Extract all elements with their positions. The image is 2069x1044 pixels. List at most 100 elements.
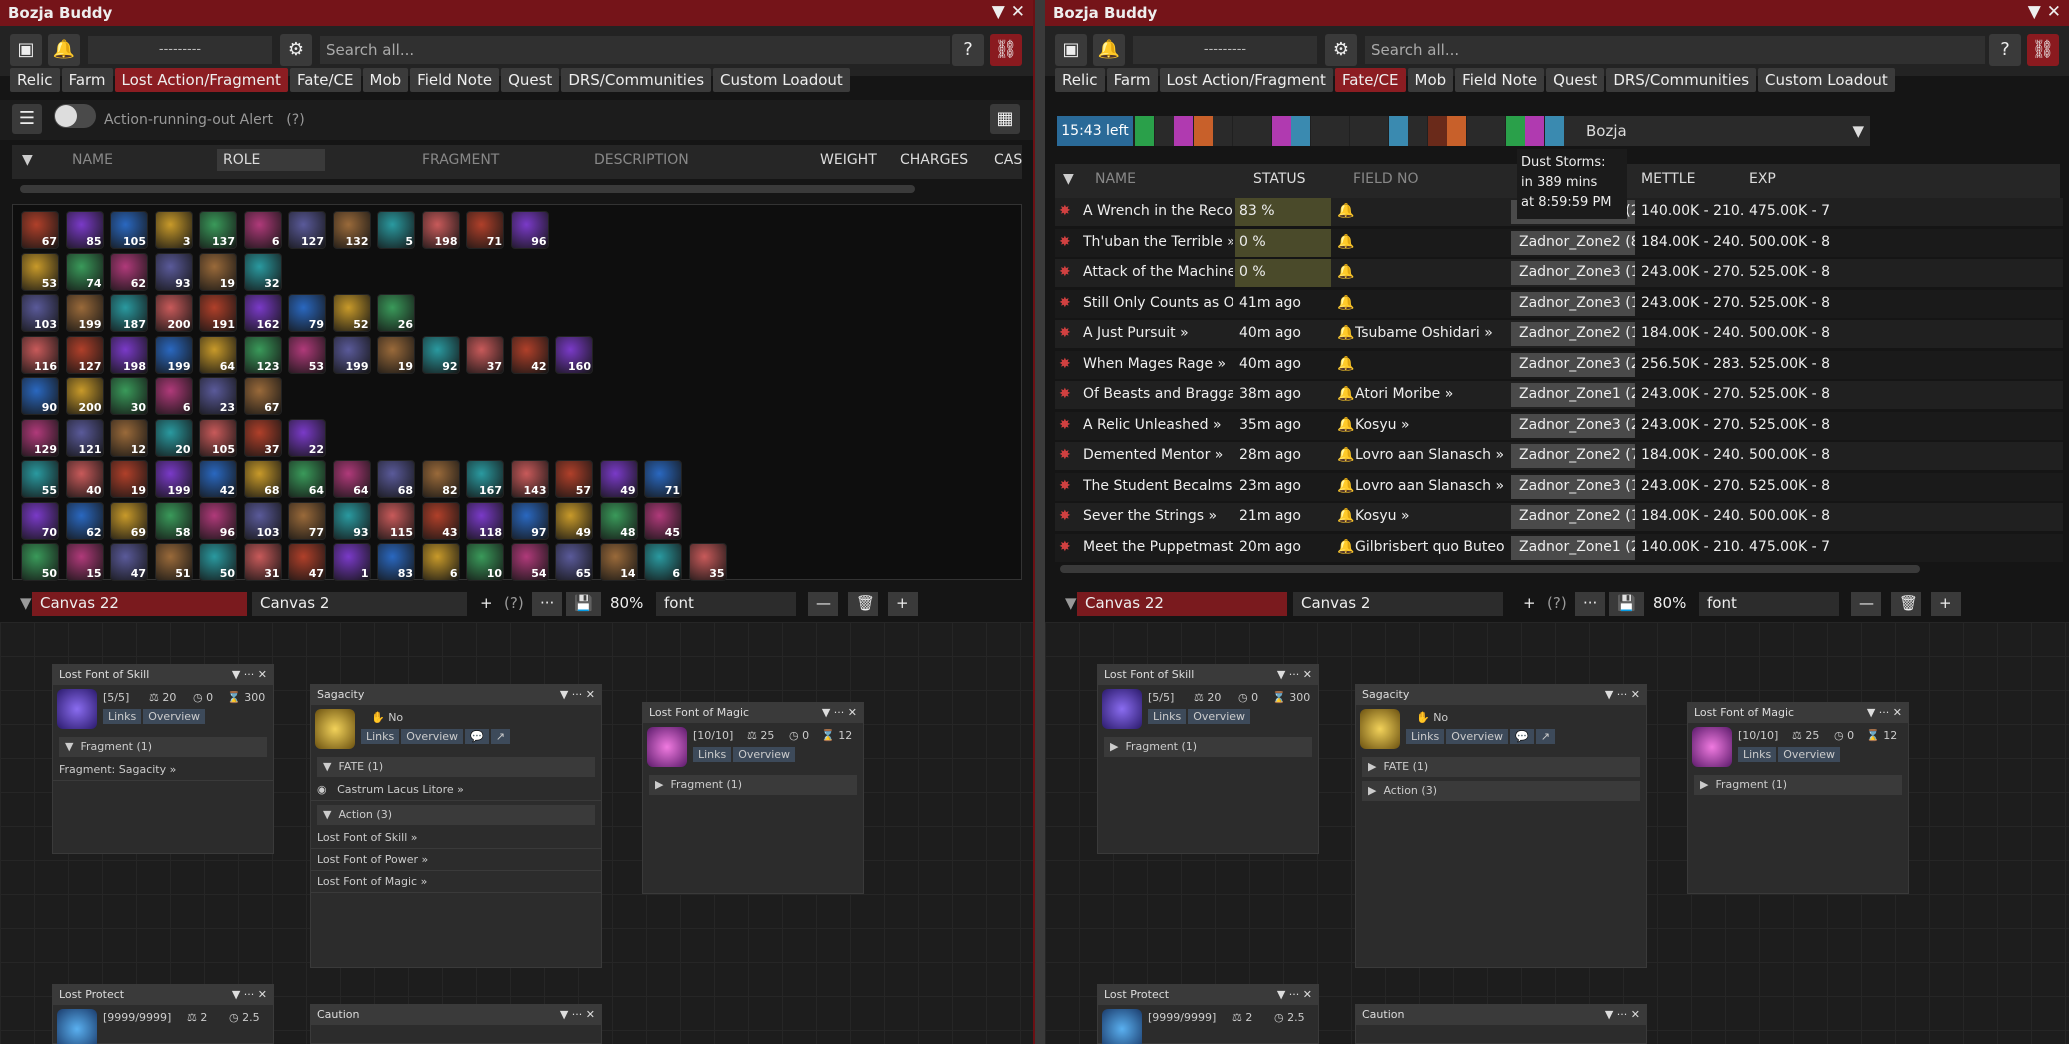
field-note[interactable]: Kosyu » — [1355, 508, 1505, 524]
lost-action-icon[interactable]: 42 — [199, 460, 237, 498]
lost-action-icon[interactable]: 55 — [21, 460, 59, 498]
lost-action-icon[interactable]: 96 — [510, 211, 549, 249]
lost-action-icon[interactable]: 69 — [110, 501, 148, 540]
lost-action-icon[interactable]: 54 — [510, 543, 549, 581]
col-name[interactable]: NAME — [72, 152, 113, 168]
zone-location[interactable]: Zadnor_Zone3 (25.5, 1 — [1511, 413, 1635, 438]
tab-7[interactable]: DRS/Communities — [1606, 68, 1757, 92]
fate-name[interactable]: Attack of the Machines » — [1083, 264, 1233, 280]
overview-button[interactable]: Overview — [733, 747, 796, 762]
fragment-section[interactable]: ▼ Fragment (1) — [59, 737, 267, 757]
lost-action-icon[interactable]: 6 — [421, 543, 460, 581]
canvas-tab-active[interactable]: Canvas 22 — [32, 592, 247, 616]
profile-icon[interactable]: ▣ — [1055, 34, 1087, 66]
trash-icon[interactable]: 🗑 — [1891, 592, 1921, 616]
lost-action-icon[interactable]: 83 — [377, 543, 415, 581]
lost-action-icon[interactable]: 167 — [466, 460, 504, 498]
lost-action-icon[interactable]: 32 — [243, 252, 282, 291]
search-input[interactable]: Search all... — [320, 36, 950, 64]
tab-5[interactable]: Field Note — [410, 68, 500, 92]
col-weight[interactable]: WEIGHT — [820, 152, 877, 168]
node-caution[interactable]: Caution ▼ ··· ✕ — [1355, 1004, 1647, 1044]
col-status[interactable]: STATUS — [1253, 171, 1306, 187]
lost-action-icon[interactable]: 51 — [154, 543, 193, 581]
lost-action-icon[interactable]: 47 — [110, 543, 148, 581]
font-field[interactable]: font — [656, 592, 796, 616]
lost-action-icon[interactable]: 14 — [599, 543, 638, 581]
tab-3[interactable]: Fate/CE — [289, 68, 361, 92]
overview-button[interactable]: Overview — [1188, 709, 1251, 724]
fate-name[interactable]: The Student Becalms the Master » — [1083, 478, 1233, 494]
zone-location[interactable]: Zadnor_Zone2 (11.7, 2 — [1511, 505, 1635, 529]
tab-1[interactable]: Farm — [1106, 68, 1158, 92]
tab-3[interactable]: Fate/CE — [1334, 68, 1406, 92]
lost-action-icon[interactable]: 6 — [644, 543, 682, 581]
col-cast[interactable]: CAS — [994, 152, 1022, 168]
col-mettle[interactable]: METTLE — [1641, 171, 1695, 187]
table-row[interactable]: ✸ When Mages Rage » 40m ago 🔔 Zadnor_Zone3 (… — [1055, 350, 2063, 379]
lost-action-icon[interactable]: 22 — [288, 418, 326, 457]
table-row[interactable]: ✸ A Just Pursuit » 40m ago 🔔 Tsubame Oshidar… — [1055, 320, 2063, 348]
lost-action-icon[interactable]: 15 — [65, 543, 104, 581]
lost-action-icon[interactable]: 143 — [510, 460, 549, 498]
tab-6[interactable]: Quest — [501, 68, 560, 92]
fragment-section[interactable]: ▶ Fragment (1) — [649, 775, 857, 795]
bell-icon[interactable]: 🔔 — [1337, 325, 1354, 341]
lost-action-icon[interactable]: 67 — [243, 377, 282, 415]
lost-action-icon[interactable]: 6 — [243, 211, 282, 249]
bell-icon[interactable]: 🔔 — [1337, 356, 1354, 372]
tab-8[interactable]: Custom Loadout — [713, 68, 850, 92]
lost-action-icon[interactable]: 200 — [154, 294, 193, 332]
lost-action-icon[interactable]: 68 — [243, 460, 282, 498]
col-field-note[interactable]: FIELD NO — [1353, 171, 1419, 187]
lost-action-icon[interactable]: 3 — [154, 211, 193, 249]
bell-icon[interactable]: 🔔 — [1337, 478, 1354, 494]
minimize-button[interactable]: — — [1851, 592, 1881, 616]
lost-action-icon[interactable]: 5 — [377, 211, 415, 249]
bell-icon[interactable]: 🔔 — [1337, 295, 1354, 311]
lost-action-icon[interactable]: 31 — [243, 543, 282, 581]
gear-icon[interactable]: ⚙ — [280, 34, 312, 66]
field-note[interactable]: Lovro aan Slanasch » — [1355, 447, 1505, 463]
lost-action-icon[interactable]: 199 — [332, 335, 371, 374]
lost-action-icon[interactable]: 64 — [199, 335, 237, 374]
col-exp[interactable]: EXP — [1749, 171, 1776, 187]
fate-name[interactable]: Demented Mentor » — [1083, 447, 1233, 463]
lost-action-icon[interactable]: 82 — [421, 460, 460, 498]
canvas-tab[interactable]: Canvas 2 — [252, 592, 467, 616]
table-row[interactable]: ✸ Demented Mentor » 28m ago 🔔 Lovro aan Slan… — [1055, 442, 2063, 470]
tab-4[interactable]: Mob — [1407, 68, 1454, 92]
canvas-tab-active[interactable]: Canvas 22 — [1077, 592, 1287, 616]
fate-name[interactable]: A Just Pursuit » — [1083, 325, 1233, 341]
dash-field[interactable]: --------- — [1133, 36, 1317, 64]
lost-action-icon[interactable]: 35 — [688, 543, 727, 581]
search-input[interactable]: Search all... — [1365, 36, 1985, 64]
lost-action-icon[interactable]: 64 — [288, 460, 326, 498]
zone-location[interactable]: Zadnor_Zone1 (24.1, 3 — [1511, 535, 1635, 560]
lost-action-icon[interactable]: 67 — [21, 211, 59, 249]
zone-location[interactable]: Zadnor_Zone2 (8.6, 34 — [1511, 230, 1635, 255]
node-lost-font-of-magic[interactable]: Lost Font of Magic ▼ ··· ✕ [10/10] ⚖ 25 ◷… — [642, 702, 864, 894]
lost-action-icon[interactable]: 118 — [466, 501, 504, 540]
lost-action-icon[interactable]: 26 — [377, 294, 415, 332]
field-note[interactable]: Kosyu » — [1355, 417, 1505, 433]
action-link[interactable]: Lost Font of Magic » — [311, 871, 601, 893]
lost-action-icon[interactable]: 19 — [377, 335, 415, 374]
bell-icon[interactable]: 🔔 — [1337, 264, 1354, 280]
lost-action-icon[interactable]: 64 — [332, 460, 371, 498]
action-section[interactable]: ▼ Action (3) — [317, 805, 595, 825]
node-lost-font-of-magic[interactable]: Lost Font of Magic ▼ ··· ✕ [10/10] ⚖ 25 ◷… — [1687, 702, 1909, 894]
bell-icon[interactable]: 🔔 — [48, 34, 80, 66]
node-lost-font-of-skill[interactable]: Lost Font of Skill ▼ ··· ✕ [5/5] ⚖ 20 ◷ 0… — [52, 664, 274, 854]
chat-icon[interactable]: 💬 — [465, 729, 489, 744]
fragment-section[interactable]: ▶ Fragment (1) — [1694, 775, 1902, 795]
header-dropdown-icon[interactable]: ▼ — [22, 152, 33, 168]
zone-location[interactable]: Zadnor_Zone2 (11.7, 2 — [1511, 322, 1635, 346]
bell-icon[interactable]: 🔔 — [1337, 447, 1354, 463]
lost-action-icon[interactable]: 37 — [243, 418, 282, 457]
lost-action-icon[interactable]: 53 — [288, 335, 326, 374]
canvas-help[interactable]: (?) — [496, 592, 532, 616]
table-row[interactable]: ✸ Of Beasts and Braggadocio » 38m ago 🔔Ator… — [1055, 381, 2063, 409]
lost-action-icon[interactable]: 10 — [466, 543, 504, 581]
fate-name[interactable]: Still Only Counts as One » — [1083, 295, 1233, 311]
